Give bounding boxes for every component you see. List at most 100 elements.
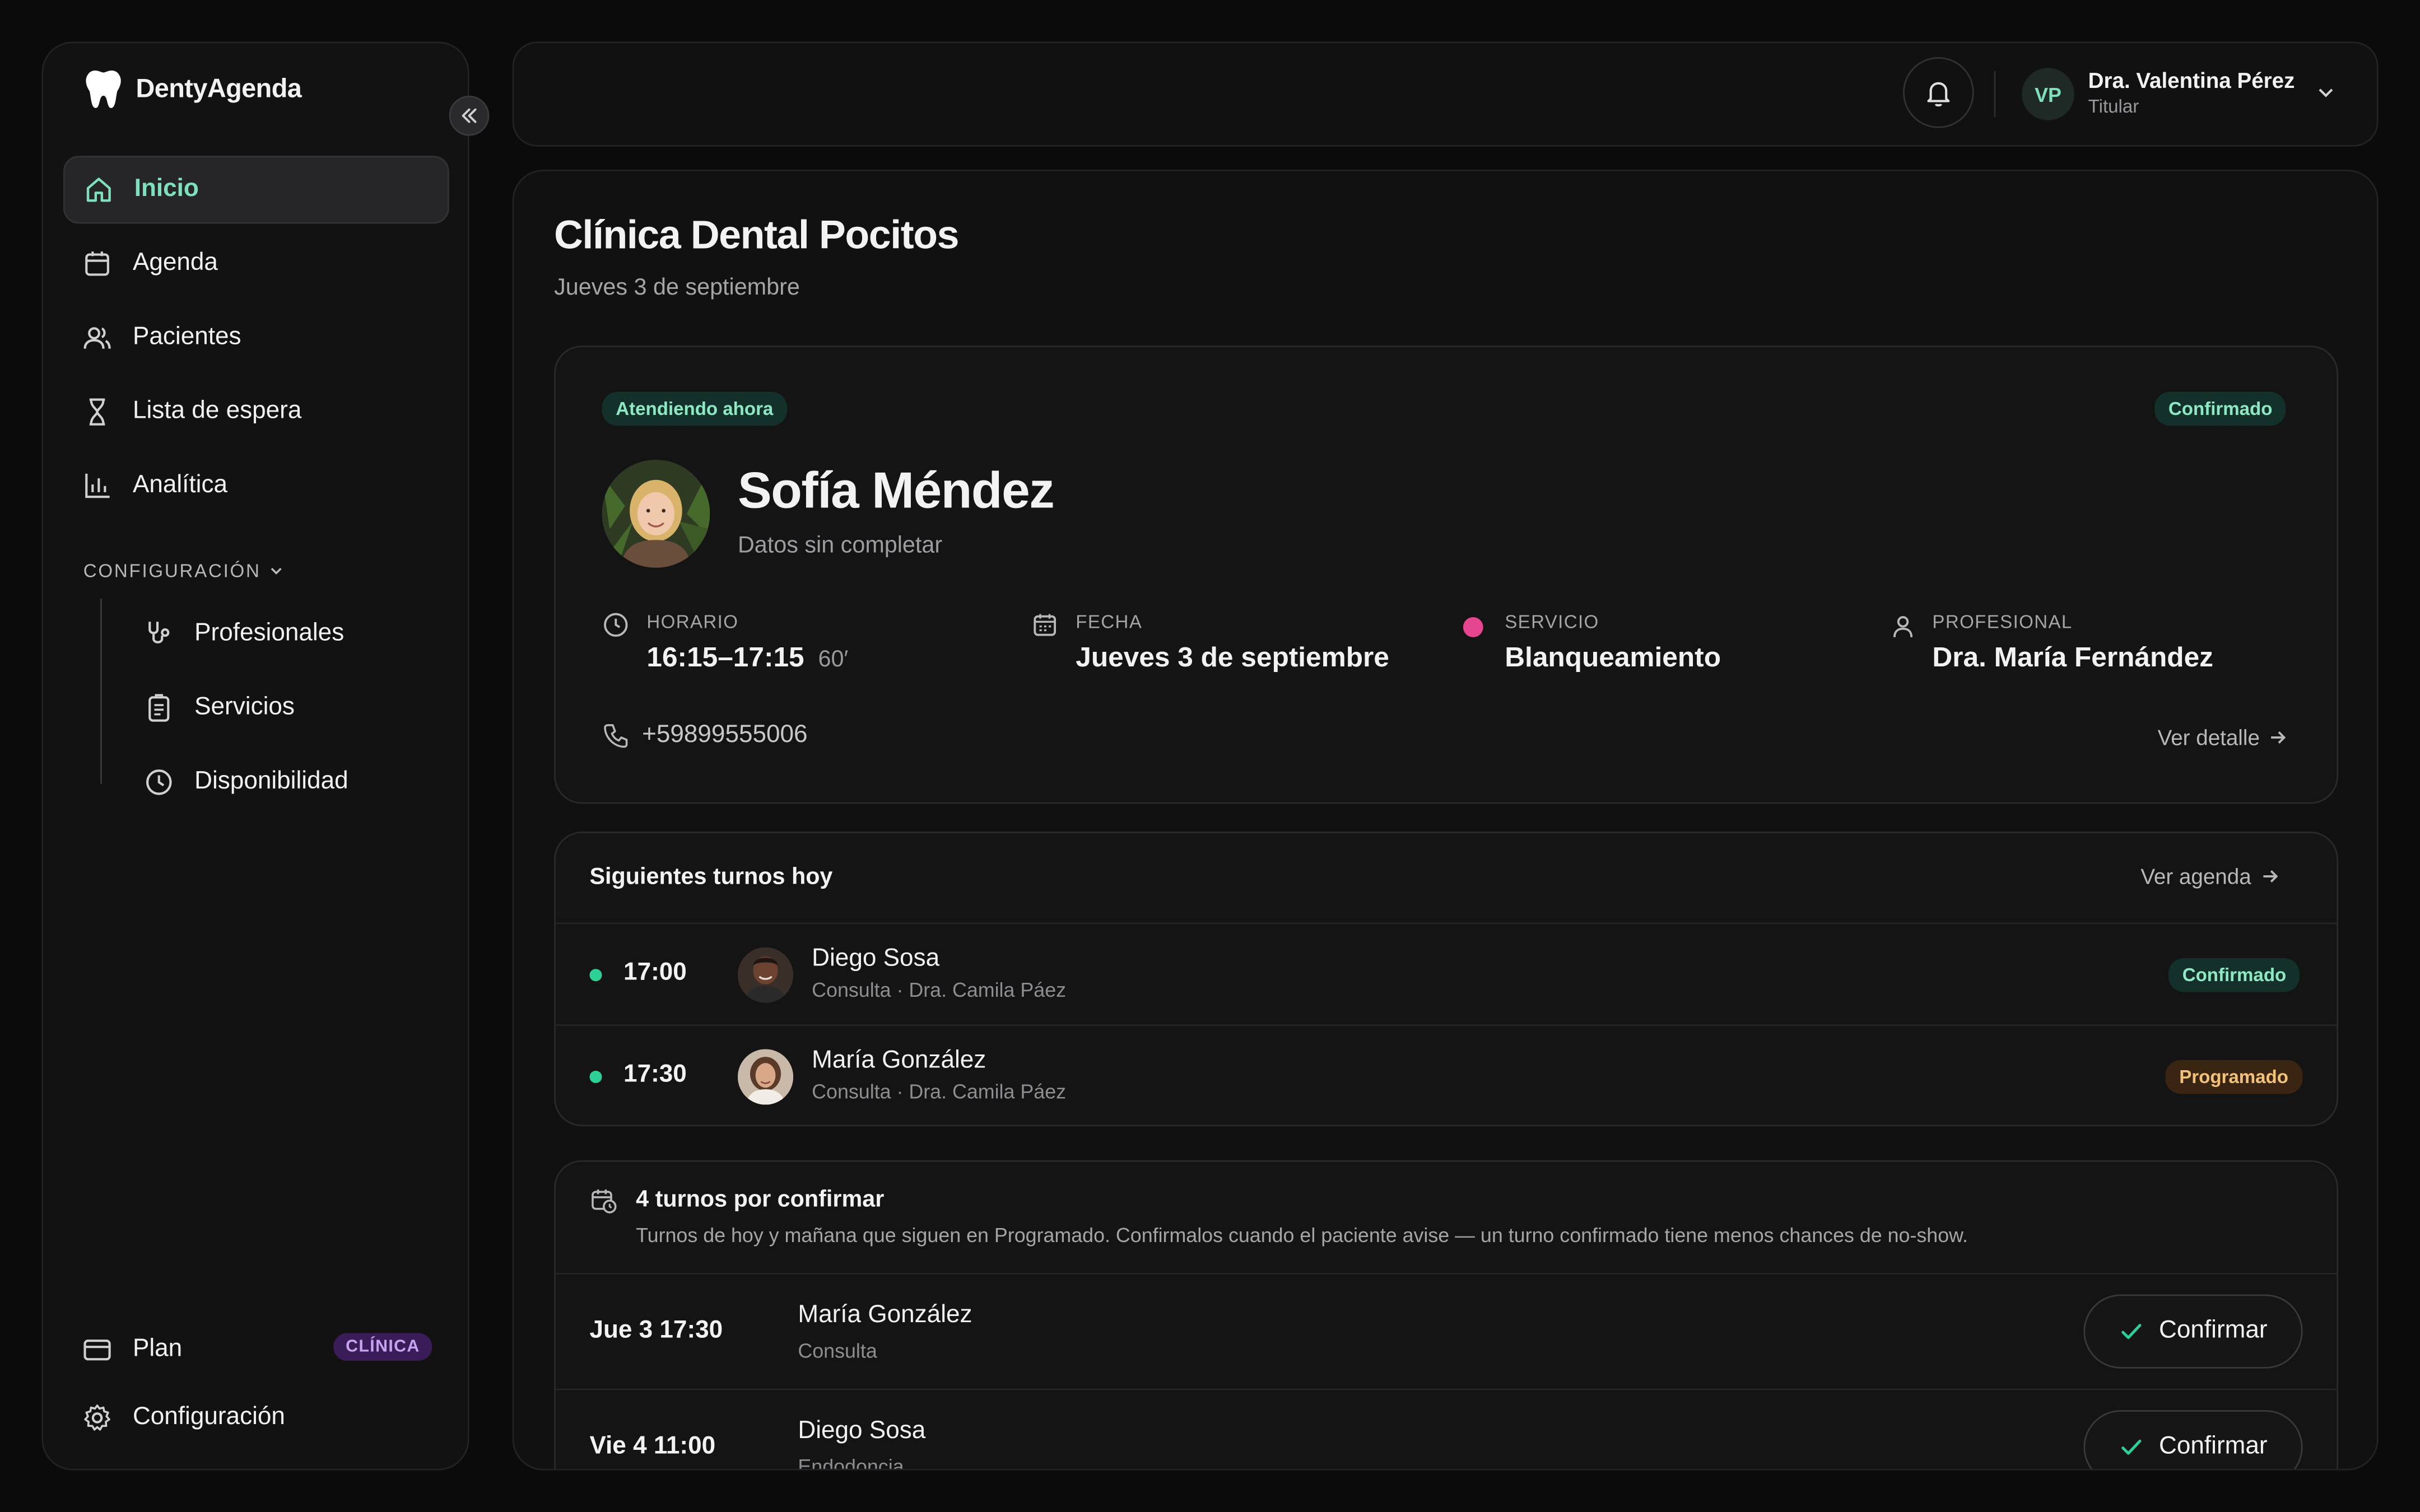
clipboard-icon	[143, 693, 174, 724]
horario-value: 16:15–17:15 60′	[646, 642, 848, 674]
phone-icon	[602, 722, 630, 750]
link-label: Ver agenda	[2140, 864, 2251, 889]
arrow-right-icon	[2269, 728, 2287, 746]
fecha-calendar-icon	[1031, 611, 1059, 639]
sidebar-item-servicios[interactable]: Servicios	[143, 685, 295, 731]
patient-name: María González	[812, 1047, 986, 1074]
sidebar-item-label: Pacientes	[132, 324, 241, 351]
config-section-toggle[interactable]: CONFIGURACIÓN	[83, 560, 284, 582]
sidebar-item-profesionales[interactable]: Profesionales	[143, 611, 344, 657]
patient-name: María González	[798, 1302, 972, 1329]
sidebar-item-configuracion[interactable]: Configuración	[63, 1384, 449, 1452]
sidebar-item-label: Disponibilidad	[194, 768, 348, 795]
gear-icon	[82, 1402, 113, 1433]
sidebar-item-label: Servicios	[194, 694, 295, 721]
status-badge: Confirmado	[2168, 958, 2301, 992]
status-badge: Atendiendo ahora	[602, 391, 788, 426]
horario-icon	[602, 611, 630, 639]
fecha-label: FECHA	[1076, 611, 1143, 633]
appointment-datetime: Jue 3 17:30	[589, 1317, 723, 1344]
credit-card-icon	[82, 1334, 113, 1365]
check-icon	[2119, 1435, 2143, 1459]
app-name: DentyAgenda	[136, 74, 302, 104]
horario-label: HORARIO	[646, 611, 739, 633]
sidebar-item-label: Plan	[132, 1336, 183, 1362]
profesional-block: PROFESIONAL Dra. María Fernández	[1932, 611, 2213, 674]
profesional-value: Dra. María Fernández	[1932, 642, 2213, 673]
servicio-label: SERVICIO	[1505, 611, 1599, 633]
patient-note: Datos sin completar	[737, 532, 943, 559]
tree-line	[100, 598, 120, 784]
patient-name: Diego Sosa	[798, 1417, 926, 1444]
button-label: Confirmar	[2159, 1433, 2268, 1460]
section-title: 4 turnos por confirmar	[636, 1186, 885, 1213]
sidebar: DentyAgenda Inicio Agenda Pacientes List…	[41, 41, 490, 1471]
horario-time: 16:15–17:15	[646, 642, 804, 673]
appointment-datetime: Vie 4 11:00	[589, 1433, 716, 1460]
chevron-down-icon	[268, 563, 284, 579]
page-title: Clínica Dental Pocitos	[554, 211, 959, 258]
status-dot	[589, 1071, 602, 1084]
pending-row: Vie 4 11:00 Diego Sosa Endodoncia Confir…	[555, 1388, 2337, 1471]
service-color-dot	[1463, 617, 1483, 637]
servicio-value: Blanqueamiento	[1505, 642, 1721, 673]
sidebar-item-label: Configuración	[132, 1404, 285, 1430]
sidebar-item-label: Inicio	[134, 176, 199, 202]
chevrons-left-icon	[460, 106, 478, 125]
sidebar-item-agenda[interactable]: Agenda	[63, 230, 449, 298]
duration: 60′	[818, 646, 849, 673]
calendar-clock-icon	[589, 1187, 617, 1215]
sidebar-item-analitica[interactable]: Analítica	[63, 452, 449, 520]
avatar	[737, 1049, 794, 1105]
brand[interactable]: DentyAgenda	[83, 68, 302, 111]
hourglass-icon	[82, 396, 113, 427]
section-description: Turnos de hoy y mañana que siguen en Pro…	[636, 1223, 1968, 1247]
avatar[interactable]: VP	[2022, 68, 2074, 120]
appointment-info: Diego Sosa Consulta · Dra. Camila Páez	[812, 946, 1066, 1001]
appointment-time: 17:00	[623, 959, 687, 986]
fecha-value: Jueves 3 de septiembre	[1076, 642, 1389, 673]
user-role: Titular	[2088, 95, 2139, 118]
bar-chart-icon	[82, 470, 113, 501]
appointment-row[interactable]: 17:00 Diego Sosa Consulta · Dra. Camila …	[555, 922, 2337, 1025]
phone[interactable]: +59899555006	[602, 722, 808, 750]
sidebar-item-inicio[interactable]: Inicio	[63, 156, 449, 224]
ver-agenda-link[interactable]: Ver agenda	[2140, 864, 2279, 889]
topbar: VP Dra. Valentina Pérez Titular	[512, 41, 2379, 147]
pending-row: Jue 3 17:30 María González Consulta Conf…	[555, 1272, 2337, 1390]
service-name: Endodoncia	[798, 1455, 904, 1471]
sidebar-item-label: Agenda	[132, 250, 218, 277]
service-name: Consulta	[798, 1339, 877, 1362]
tooth-logo-icon	[83, 68, 124, 111]
button-label: Confirmar	[2159, 1317, 2268, 1344]
sidebar-item-label: Profesionales	[194, 620, 345, 647]
user-icon	[1889, 613, 1917, 641]
user-name[interactable]: Dra. Valentina Pérez	[2088, 68, 2295, 92]
ver-detalle-link[interactable]: Ver detalle	[2158, 725, 2288, 750]
patient-name[interactable]: Sofía Méndez	[738, 461, 1055, 520]
profesional-label: PROFESIONAL	[1932, 611, 2073, 633]
status-badge: Programado	[2165, 1060, 2302, 1094]
avatar	[737, 947, 794, 1003]
user-menu-chevron-icon[interactable]	[2316, 83, 2335, 102]
page-date: Jueves 3 de septiembre	[554, 274, 800, 301]
clock-icon	[143, 767, 174, 797]
patient-name: Diego Sosa	[812, 945, 940, 972]
appointment-row[interactable]: 17:30 María González Consulta · Dra. Cam…	[555, 1024, 2337, 1126]
horario-block: HORARIO 16:15–17:15 60′	[646, 611, 848, 674]
sidebar-item-label: Lista de espera	[132, 398, 302, 424]
phone-number: +59899555006	[642, 722, 808, 749]
confirm-button[interactable]: Confirmar	[2083, 1410, 2303, 1469]
appointment-info: Diego Sosa Endodoncia	[798, 1417, 926, 1471]
pending-confirmations-card: 4 turnos por confirmar Turnos de hoy y m…	[554, 1160, 2338, 1471]
appointment-info: María González Consulta	[798, 1302, 972, 1362]
sidebar-item-disponibilidad[interactable]: Disponibilidad	[143, 759, 348, 806]
collapse-sidebar-button[interactable]	[449, 95, 490, 136]
sidebar-item-lista-de-espera[interactable]: Lista de espera	[63, 378, 449, 446]
stethoscope-icon	[143, 619, 174, 650]
confirm-button[interactable]: Confirmar	[2083, 1294, 2303, 1369]
fecha-block: FECHA Jueves 3 de septiembre	[1076, 611, 1389, 674]
notifications-button[interactable]	[1903, 57, 1974, 128]
sidebar-item-pacientes[interactable]: Pacientes	[63, 304, 449, 372]
plan-badge: CLÍNICA	[333, 1333, 432, 1361]
